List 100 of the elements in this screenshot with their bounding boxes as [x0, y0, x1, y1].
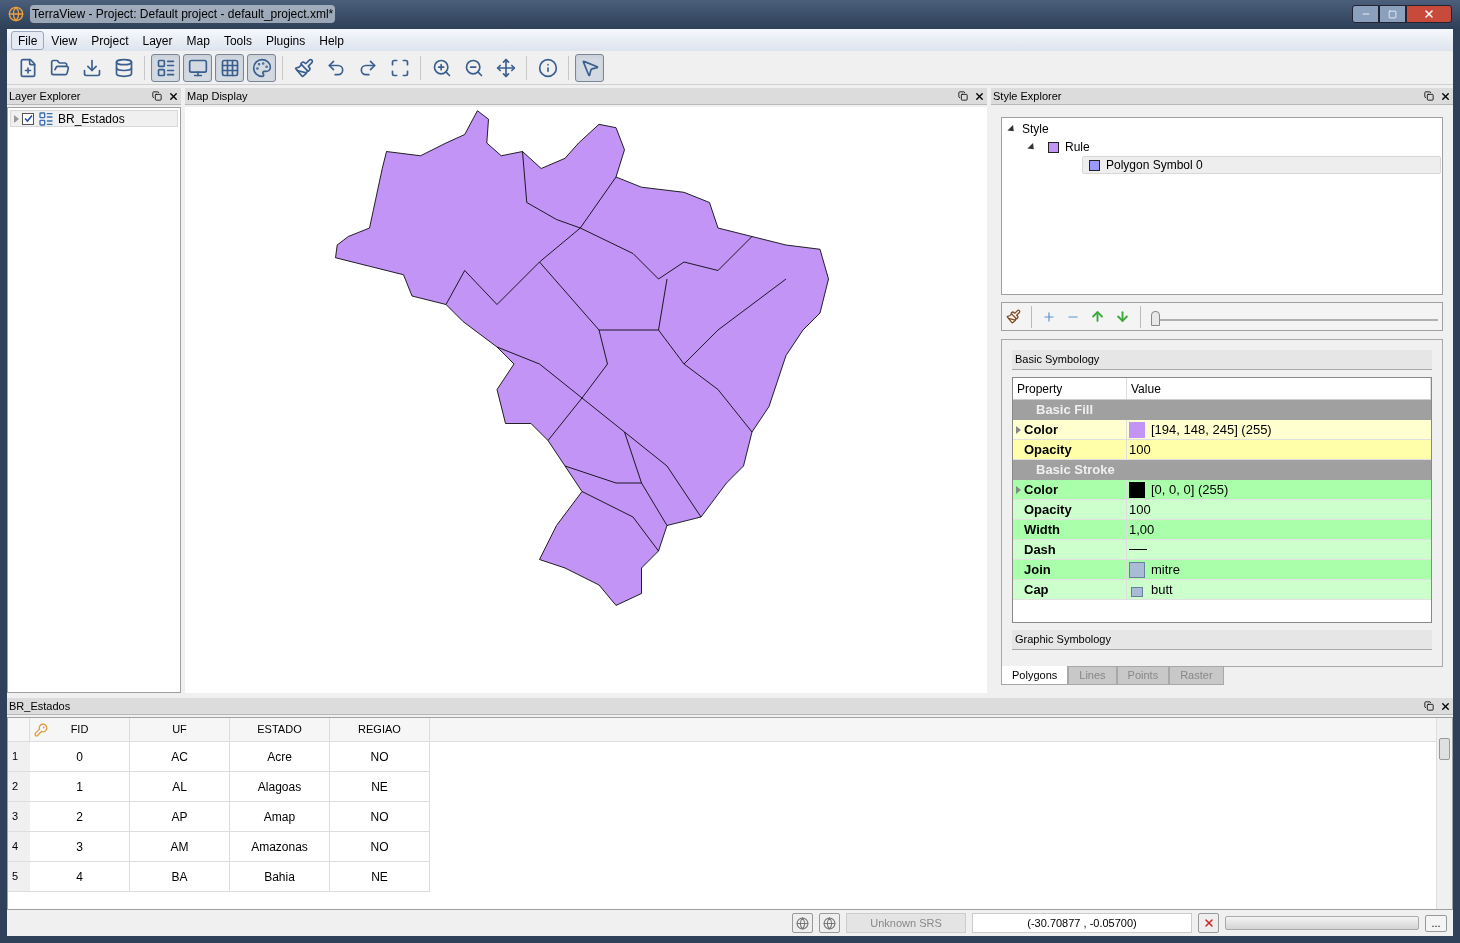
close-icon[interactable]: [1440, 90, 1451, 102]
table-cell: NE: [330, 862, 430, 892]
close-icon[interactable]: [974, 90, 985, 102]
property-row[interactable]: Color [194, 148, 245] (255): [1013, 420, 1431, 440]
table-cell: Acre: [230, 742, 330, 772]
globe-button[interactable]: [819, 913, 840, 933]
layer-checkbox[interactable]: [22, 112, 34, 125]
property-group-header: Basic Fill: [1013, 400, 1431, 420]
table-cell: NE: [330, 772, 430, 802]
float-icon[interactable]: [1424, 91, 1434, 101]
globe-icon: [796, 916, 809, 930]
toolbar-button[interactable]: [575, 53, 604, 82]
table-cell: AL: [130, 772, 230, 802]
property-row[interactable]: Color [0, 0, 0] (255): [1013, 480, 1431, 500]
float-icon[interactable]: [152, 91, 162, 101]
column-header[interactable]: UF: [130, 718, 230, 741]
coordinates-field: (-30.70877 , -0.05700): [972, 913, 1192, 933]
panel-title: Style Explorer: [993, 88, 1063, 104]
table-cell: Amazonas: [230, 832, 330, 862]
column-header[interactable]: REGIAO: [330, 718, 430, 741]
row-number[interactable]: 5: [8, 862, 30, 892]
row-number[interactable]: 3: [8, 802, 30, 832]
close-icon: [1423, 8, 1435, 20]
section-header: Graphic Symbology: [1012, 630, 1432, 650]
tree-row[interactable]: BR_Estados: [10, 110, 178, 127]
pan-icon: [495, 57, 516, 78]
property-row[interactable]: Width 1,00: [1013, 520, 1431, 540]
minimize-button[interactable]: [1352, 5, 1379, 23]
column-header[interactable]: Value: [1127, 378, 1431, 399]
menu-item[interactable]: Layer: [135, 30, 180, 50]
slider-thumb[interactable]: [1151, 310, 1160, 326]
float-icon[interactable]: [958, 91, 968, 101]
menu-item[interactable]: Project: [84, 30, 136, 50]
database-icon: [113, 57, 134, 78]
property-value: [0, 0, 0] (255): [1151, 481, 1229, 499]
stop-button[interactable]: [1198, 913, 1219, 933]
row-number[interactable]: 4: [8, 832, 30, 862]
table-cell: 1: [30, 772, 130, 802]
table-cell: Amap: [230, 802, 330, 832]
maximize-icon: [1388, 9, 1397, 19]
property-row[interactable]: Opacity 100: [1013, 440, 1431, 460]
table-cell: Alagoas: [230, 772, 330, 802]
column-header[interactable]: ESTADO: [230, 718, 330, 741]
toolbar-button[interactable]: [151, 53, 180, 82]
maximize-button[interactable]: [1379, 5, 1406, 23]
more-button[interactable]: ...: [1425, 914, 1447, 932]
tree-item[interactable]: Rule: [1022, 138, 1441, 156]
table-cell: 2: [30, 802, 130, 832]
toolbar-button[interactable]: [183, 53, 212, 82]
table-cell: 4: [30, 862, 130, 892]
table-cell: NO: [330, 802, 430, 832]
menu-item[interactable]: Plugins: [258, 30, 313, 50]
solid-line-icon: [1129, 549, 1147, 551]
zoom-in-icon: [431, 57, 452, 78]
menu-item[interactable]: File: [11, 30, 45, 50]
menu-item[interactable]: Map: [179, 30, 217, 50]
globe-icon: [823, 916, 836, 930]
menu-item[interactable]: Help: [312, 30, 351, 50]
layer-name: BR_Estados: [58, 110, 125, 128]
brush-icon[interactable]: [1006, 309, 1021, 324]
column-header[interactable]: Property: [1013, 378, 1127, 399]
section-header: Basic Symbology: [1012, 350, 1432, 370]
table-grid-icon: [219, 57, 240, 78]
menu-item[interactable]: Tools: [216, 30, 259, 50]
property-row[interactable]: Dash: [1013, 540, 1431, 560]
property-value: 100: [1129, 441, 1151, 459]
property-row[interactable]: Cap butt: [1013, 580, 1431, 600]
panel-title: Layer Explorer: [9, 88, 82, 104]
move-up-icon[interactable]: [1090, 309, 1105, 324]
property-name: Width: [1024, 521, 1060, 539]
table-cell: 0: [30, 742, 130, 772]
close-icon[interactable]: [168, 90, 179, 102]
row-number[interactable]: 1: [8, 742, 30, 772]
float-icon[interactable]: [1424, 701, 1434, 711]
tab[interactable]: Polygons: [1001, 666, 1069, 685]
vertical-scrollbar[interactable]: [1436, 718, 1452, 909]
property-row[interactable]: Join mitre: [1013, 560, 1431, 580]
property-row[interactable]: Opacity 100: [1013, 500, 1431, 520]
toolbar-button[interactable]: [247, 53, 276, 82]
toolbar-button[interactable]: [215, 53, 244, 82]
table-cell: BA: [130, 862, 230, 892]
table-cell: NO: [330, 742, 430, 772]
move-down-icon[interactable]: [1115, 309, 1130, 324]
table-cell: Bahia: [230, 862, 330, 892]
row-number[interactable]: 2: [8, 772, 30, 802]
property-name: Join: [1024, 561, 1051, 579]
tree-item[interactable]: Polygon Symbol 0: [1082, 156, 1441, 174]
column-header[interactable]: FID: [30, 718, 130, 741]
close-button[interactable]: [1406, 5, 1452, 23]
tree-item[interactable]: Style: [1002, 120, 1441, 138]
property-value: [194, 148, 245] (255): [1151, 421, 1272, 439]
property-value: butt: [1151, 581, 1173, 599]
brush-icon: [293, 57, 314, 78]
scroll-thumb[interactable]: [1439, 738, 1450, 760]
tree-label: Polygon Symbol 0: [1106, 157, 1203, 174]
close-icon[interactable]: [1440, 700, 1451, 712]
property-value: 1,00: [1129, 521, 1155, 539]
property-name: Opacity: [1024, 441, 1072, 459]
monitor-icon: [187, 57, 208, 78]
menu-item[interactable]: View: [44, 30, 85, 50]
